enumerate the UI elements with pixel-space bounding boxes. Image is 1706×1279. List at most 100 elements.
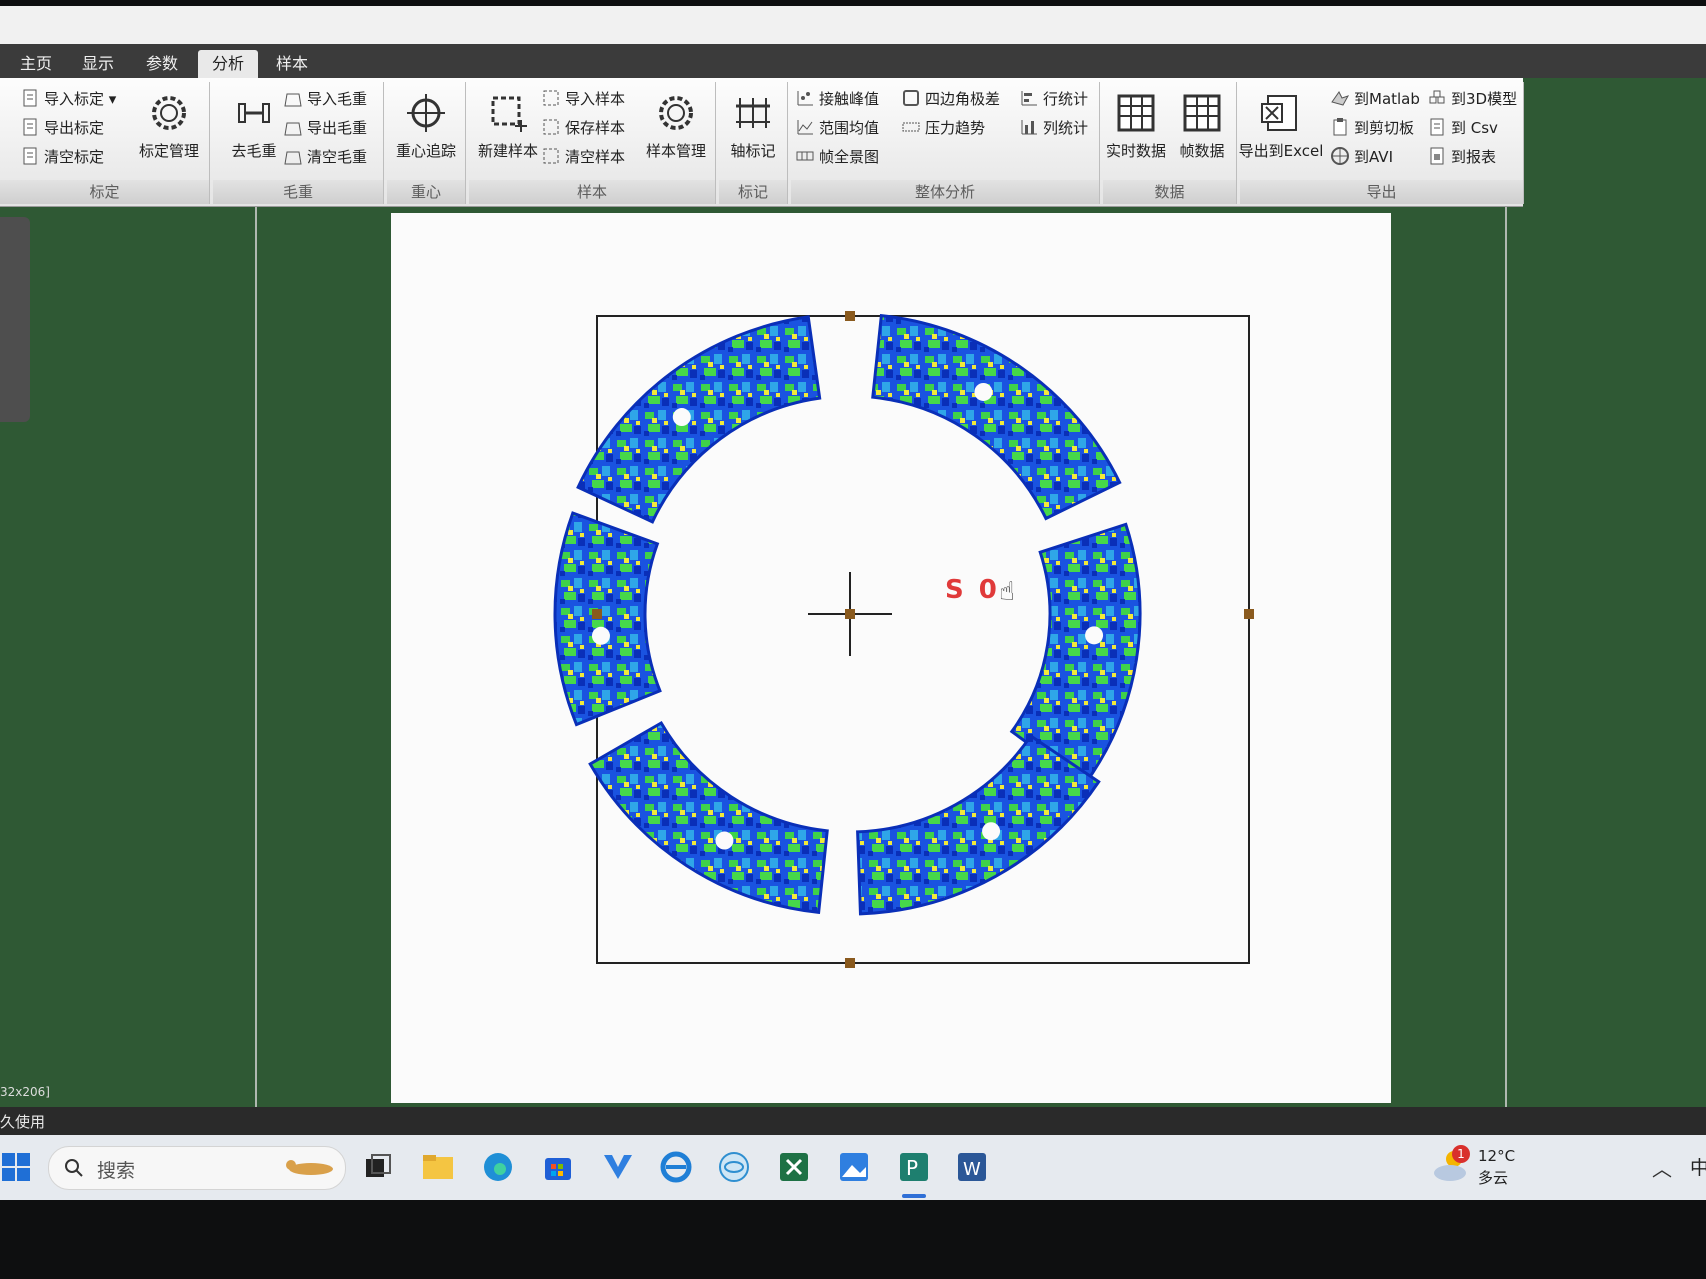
group-marker: 轴标记 标记: [719, 82, 788, 204]
eye-app-icon[interactable]: [716, 1149, 752, 1185]
to-clipboard-button[interactable]: 到剪切板: [1330, 115, 1414, 141]
tab-analysis[interactable]: 分析: [198, 50, 259, 78]
search-icon: [65, 1159, 83, 1177]
panorama-icon: [796, 151, 814, 161]
pressure-heatmap: [553, 311, 1254, 968]
crosshair-icon: [407, 94, 445, 132]
to-3d-model-button[interactable]: 到3D模型: [1427, 86, 1517, 112]
edge-browser-icon[interactable]: [480, 1149, 516, 1185]
group-label: 标记: [719, 180, 787, 204]
pressure-map-canvas[interactable]: S 0 ☝: [391, 213, 1391, 1103]
store-icon[interactable]: [540, 1149, 576, 1185]
cog-tracking-button[interactable]: 重心追踪: [389, 88, 463, 170]
tab-sample[interactable]: 样本: [262, 50, 322, 78]
remove-tare-button[interactable]: 去毛重: [217, 88, 291, 170]
contact-peak-button[interactable]: 接触峰值: [795, 86, 879, 112]
realtime-data-button[interactable]: 实时数据: [1099, 88, 1173, 170]
bolt-hole-5: [715, 831, 734, 850]
windows-start-icon[interactable]: [0, 1149, 36, 1185]
side-panel-handle[interactable]: [0, 217, 30, 422]
to-avi-button[interactable]: 到AVI: [1330, 144, 1393, 170]
export-to-excel-button[interactable]: 导出到Excel: [1238, 88, 1324, 170]
resize-handle[interactable]: [592, 609, 602, 619]
center-marker-label: S 0: [945, 575, 1000, 605]
resize-handle[interactable]: [845, 958, 855, 968]
document-icon: [23, 89, 37, 107]
to-matlab-button[interactable]: 到Matlab: [1330, 86, 1420, 112]
group-sample: 新建样本 导入样本 保存样本 清空样本 样本管理 样本: [469, 82, 716, 204]
row-statistics-button[interactable]: 行统计: [1019, 86, 1088, 112]
import-tare-button[interactable]: 导入毛重: [283, 86, 367, 112]
document-icon: [23, 147, 37, 165]
axis-icon: [736, 98, 770, 128]
contact-segment-2: [871, 313, 1122, 521]
input-method-indicator[interactable]: 中: [1690, 1153, 1706, 1180]
export-tare-button[interactable]: 导出毛重: [283, 115, 367, 141]
weight-icon: [284, 122, 302, 136]
resize-handle[interactable]: [845, 609, 855, 619]
to-report-button[interactable]: 到报表: [1427, 144, 1496, 170]
new-sample-button[interactable]: 新建样本: [471, 88, 545, 170]
sample-manage-button[interactable]: 样本管理: [639, 88, 713, 170]
weather-widget[interactable]: 1 12°C 多云: [1432, 1145, 1515, 1189]
bolt-hole-6: [591, 626, 610, 645]
axis-marker-button[interactable]: 轴标记: [716, 88, 790, 170]
row-chart-icon: [1021, 91, 1037, 106]
weight-icon: [284, 93, 302, 107]
monitor-screen: 主页 显示 参数 分析 样本 导入标定 ▾ 导出标定 清空标定 标定管理 标定: [0, 6, 1706, 1200]
gear-icon: [659, 96, 693, 130]
window-title-strip: [0, 6, 1706, 44]
four-corner-range-button[interactable]: 四边角极差: [901, 86, 1000, 112]
contact-segment-4: [856, 733, 1101, 916]
weather-temperature: 12°C: [1478, 1147, 1516, 1165]
notification-badge: 1: [1452, 1145, 1470, 1163]
calibration-manage-button[interactable]: 标定管理: [132, 88, 206, 170]
chevron-up-icon[interactable]: ︿: [1652, 1153, 1672, 1182]
resize-handle[interactable]: [845, 311, 855, 321]
group-data: 实时数据 帧数据 数据: [1103, 82, 1237, 204]
bolt-hole-2: [974, 382, 993, 401]
frame-panorama-button[interactable]: 帧全景图: [795, 144, 879, 170]
bolt-hole-3: [1085, 626, 1104, 645]
to-csv-button[interactable]: 到 Csv: [1427, 115, 1498, 141]
column-statistics-button[interactable]: 列统计: [1019, 115, 1088, 141]
contact-segment-1: [576, 315, 822, 524]
table-icon: [1117, 94, 1155, 132]
dashed-box-icon: [543, 148, 559, 164]
frame-data-button[interactable]: 帧数据: [1165, 88, 1239, 170]
group-overall-analysis: 接触峰值 范围均值 帧全景图 四边角极差 压力趋势 行统计 列统计 整体分析: [791, 82, 1100, 204]
word-icon[interactable]: W: [954, 1149, 990, 1185]
active-app-p-icon[interactable]: P: [896, 1149, 932, 1185]
range-average-button[interactable]: 范围均值: [795, 115, 879, 141]
import-calibration-button[interactable]: 导入标定 ▾: [20, 86, 116, 112]
bolt-hole-1: [672, 408, 691, 427]
group-label: 毛重: [213, 180, 383, 204]
bolt-hole-4: [982, 822, 1001, 841]
import-sample-button[interactable]: 导入样本: [541, 86, 625, 112]
tab-display[interactable]: 显示: [68, 50, 128, 78]
line-chart-icon: [797, 120, 813, 135]
group-tare: 去毛重 导入毛重 导出毛重 清空毛重 毛重: [213, 82, 384, 204]
tab-home[interactable]: 主页: [6, 50, 66, 78]
clear-tare-button[interactable]: 清空毛重: [283, 144, 367, 170]
ie-browser-icon[interactable]: [658, 1149, 694, 1185]
app-v-icon[interactable]: [600, 1149, 636, 1185]
pressure-trend-button[interactable]: 压力趋势: [901, 115, 985, 141]
excel-icon[interactable]: [776, 1149, 812, 1185]
clear-calibration-button[interactable]: 清空标定: [20, 144, 104, 170]
task-view-icon[interactable]: [360, 1149, 396, 1185]
excel-icon: [1261, 95, 1297, 131]
divider: [1505, 207, 1507, 1107]
taskbar-search-box[interactable]: 搜索: [48, 1146, 346, 1190]
svg-text:W: W: [963, 1159, 981, 1180]
clear-sample-button[interactable]: 清空样本: [541, 144, 625, 170]
matlab-icon: [1331, 91, 1350, 106]
resize-handle[interactable]: [1244, 609, 1254, 619]
new-selection-icon: [491, 96, 527, 132]
photos-icon[interactable]: [836, 1149, 872, 1185]
tab-params[interactable]: 参数: [132, 50, 192, 78]
sensor-size-label: 32x206]: [0, 1085, 50, 1099]
file-explorer-icon[interactable]: [420, 1149, 456, 1185]
export-calibration-button[interactable]: 导出标定: [20, 115, 104, 141]
save-sample-button[interactable]: 保存样本: [541, 115, 625, 141]
